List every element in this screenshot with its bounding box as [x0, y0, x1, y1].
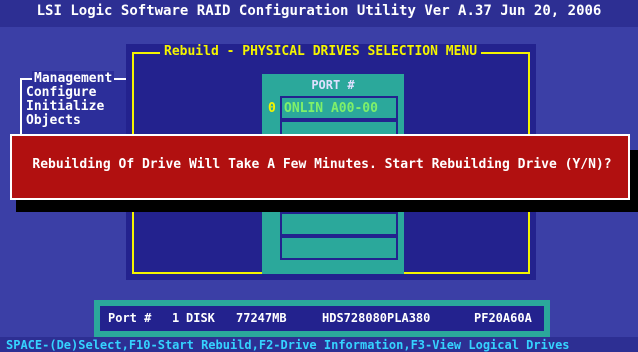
menu-item-objects[interactable]: Objects [26, 114, 81, 128]
management-menu-title: Management [32, 71, 115, 86]
drive-info-type: DISK [186, 311, 215, 325]
dialog-message: Rebuilding Of Drive Will Take A Few Minu… [32, 157, 612, 172]
drive-info-port-label: Port # [108, 311, 152, 325]
menu-item-initialize[interactable]: Initialize [26, 100, 104, 114]
drive-info-port-value: 1 [172, 311, 180, 325]
app-title: LSI Logic Software RAID Configuration Ut… [36, 3, 602, 19]
menu-item-configure[interactable]: Configure [26, 86, 96, 100]
drive-info-firmware: PF20A60A [474, 311, 532, 325]
drive-slot-5[interactable] [280, 212, 398, 236]
rebuild-menu-title: Rebuild - PHYSICAL DRIVES SELECTION MENU [160, 44, 482, 59]
footer-hint: SPACE-(De)Select,F10-Start Rebuild,F2-Dr… [6, 338, 570, 352]
drive-slot-6[interactable] [280, 236, 398, 260]
management-menu: Management Configure Initialize Objects [20, 71, 134, 142]
drive-status[interactable]: ONLIN A00-00 [284, 101, 378, 116]
drive-port-number: 0 [268, 101, 276, 116]
port-column-header: PORT # [311, 78, 355, 92]
rebuild-confirm-dialog[interactable]: Rebuilding Of Drive Will Take A Few Minu… [10, 134, 630, 200]
drive-info-size: 77247MB [236, 311, 287, 325]
raid-config-screen: { "header": { "title": "LSI Logic Softwa… [0, 0, 638, 352]
drive-info-model: HDS728080PLA380 [322, 311, 431, 325]
